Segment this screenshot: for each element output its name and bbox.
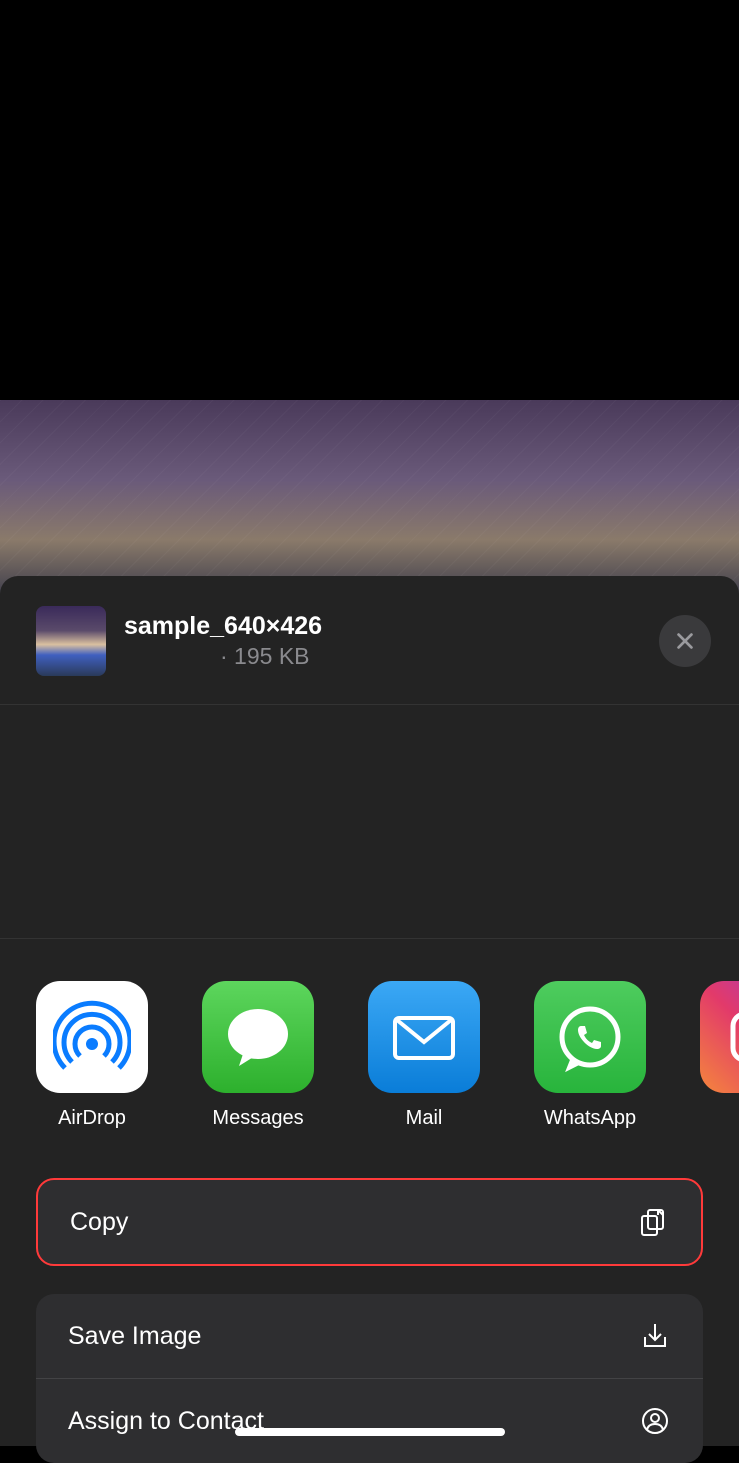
file-name: sample_640×426: [124, 612, 659, 641]
airdrop-nearby-placeholder: [0, 705, 739, 939]
sheet-header: sample_640×426 · 195 KB: [0, 576, 739, 705]
whatsapp-icon: [534, 981, 646, 1093]
file-size: · 195 KB: [124, 643, 659, 670]
contact-icon: [639, 1405, 671, 1437]
copy-icon: [637, 1206, 669, 1238]
file-info: sample_640×426 · 195 KB: [124, 612, 659, 670]
actions-list: Copy Save Image: [0, 1130, 739, 1463]
instagram-icon: [700, 981, 739, 1093]
app-mail[interactable]: Mail: [368, 981, 480, 1130]
copy-group: Copy: [36, 1178, 703, 1266]
mail-icon: [368, 981, 480, 1093]
file-thumbnail: [36, 606, 106, 676]
app-messages[interactable]: Messages: [202, 981, 314, 1130]
home-indicator[interactable]: [235, 1428, 505, 1436]
download-icon: [639, 1320, 671, 1352]
app-instagram[interactable]: Ins: [700, 981, 739, 1130]
share-apps-row[interactable]: AirDrop Messages Mail: [0, 939, 739, 1130]
action-label: Copy: [70, 1208, 128, 1237]
share-sheet: sample_640×426 · 195 KB AirD: [0, 576, 739, 1446]
background-photo: [0, 400, 739, 600]
save-image-action[interactable]: Save Image: [36, 1294, 703, 1378]
image-actions-group: Save Image Assign to Contact: [36, 1294, 703, 1463]
assign-contact-action[interactable]: Assign to Contact: [36, 1378, 703, 1463]
copy-action[interactable]: Copy: [38, 1180, 701, 1264]
action-label: Save Image: [68, 1322, 201, 1351]
app-label: AirDrop: [58, 1107, 126, 1130]
app-airdrop[interactable]: AirDrop: [36, 981, 148, 1130]
app-label: Mail: [406, 1107, 443, 1130]
close-icon: [674, 630, 696, 652]
airdrop-icon: [36, 981, 148, 1093]
app-label: Messages: [212, 1107, 303, 1130]
close-button[interactable]: [659, 615, 711, 667]
app-label: WhatsApp: [544, 1107, 636, 1130]
app-whatsapp[interactable]: WhatsApp: [534, 981, 646, 1130]
messages-icon: [202, 981, 314, 1093]
